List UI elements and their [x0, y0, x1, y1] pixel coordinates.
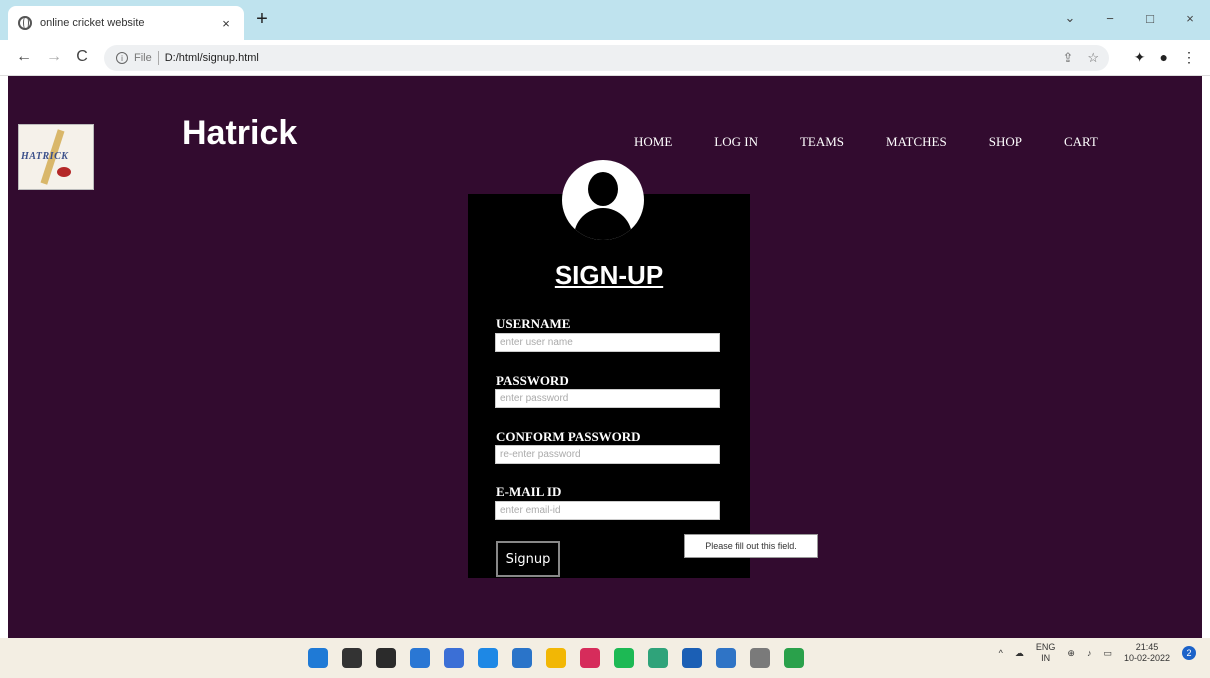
minimize-button[interactable]: −	[1090, 0, 1130, 36]
site-nav: HOME LOG IN TEAMS MATCHES SHOP CART	[634, 134, 1140, 150]
store-icon[interactable]	[512, 648, 532, 668]
lang-code: ENG	[1035, 642, 1056, 652]
task-view-icon[interactable]	[376, 648, 396, 668]
photos-icon[interactable]	[784, 648, 804, 668]
start-icon[interactable]	[308, 648, 328, 668]
notification-badge[interactable]: 2	[1182, 646, 1196, 661]
extension-area: ✦ ● ⋮	[1134, 49, 1196, 66]
signup-button[interactable]: Signup	[496, 541, 560, 577]
menu-kebab-icon[interactable]: ⋮	[1182, 49, 1196, 66]
notepad-icon[interactable]	[716, 648, 736, 668]
site-brand: Hatrick	[182, 114, 298, 152]
username-label: USERNAME	[496, 316, 571, 331]
form-title: SIGN-UP	[554, 260, 664, 290]
close-window-button[interactable]: ×	[1170, 0, 1210, 36]
new-tab-button[interactable]: +	[252, 9, 272, 30]
share-icon[interactable]: ⇪	[1062, 50, 1073, 66]
settings-icon[interactable]	[750, 648, 770, 668]
nav-shop[interactable]: SHOP	[989, 134, 1022, 150]
nav-teams[interactable]: TEAMS	[800, 134, 844, 150]
url-text[interactable]: D:/html/signup.html	[165, 52, 259, 64]
taskbar-apps	[308, 648, 804, 668]
browser-tabstrip: online cricket website × + ⌄ − □ ×	[0, 0, 1210, 40]
chrome-icon[interactable]	[648, 648, 668, 668]
battery-icon[interactable]: ▭	[1103, 648, 1112, 659]
username-input[interactable]	[495, 333, 720, 352]
user-avatar-icon	[562, 160, 644, 240]
onedrive-icon[interactable]: ☁	[1015, 648, 1024, 659]
avatar-head	[588, 172, 618, 206]
nav-matches[interactable]: MATCHES	[886, 134, 947, 150]
avatar-body	[574, 208, 632, 240]
email-input[interactable]	[495, 501, 720, 520]
chat-icon[interactable]	[444, 648, 464, 668]
language-indicator[interactable]: ENG IN	[1036, 642, 1056, 665]
browser-tab[interactable]: online cricket website ×	[8, 6, 244, 40]
password-input[interactable]	[495, 389, 720, 408]
clock[interactable]: 21:45 10-02-2022	[1124, 642, 1170, 665]
address-separator	[157, 51, 159, 65]
validation-tooltip: Please fill out this field.	[684, 534, 818, 558]
scheme-label: File	[134, 52, 152, 64]
clock-date: 10-02-2022	[1123, 653, 1170, 664]
logo-text: HATRICK	[21, 151, 69, 162]
search-icon[interactable]	[342, 648, 362, 668]
spotify-icon[interactable]	[614, 648, 634, 668]
region-code: IN	[1041, 653, 1051, 664]
forward-button[interactable]: →	[44, 48, 64, 66]
webpage: HATRICK Hatrick HOME LOG IN TEAMS MATCHE…	[8, 76, 1202, 638]
back-button[interactable]: ←	[14, 48, 34, 66]
windows-taskbar: ^ ☁ ENG IN ⊕ ♪ ▭ 21:45 10-02-2022 2	[0, 638, 1210, 678]
nav-cart[interactable]: CART	[1064, 134, 1098, 150]
volume-icon[interactable]: ♪	[1087, 648, 1092, 658]
close-tab-icon[interactable]: ×	[218, 16, 234, 31]
ball-shape	[57, 167, 71, 177]
site-logo[interactable]: HATRICK	[18, 124, 94, 190]
nav-home[interactable]: HOME	[634, 134, 672, 150]
tray-chevron-icon[interactable]: ^	[999, 648, 1003, 658]
nav-login[interactable]: LOG IN	[714, 134, 758, 150]
confirm-password-input[interactable]	[495, 445, 720, 464]
bookmark-star-icon[interactable]: ☆	[1087, 50, 1099, 66]
info-icon[interactable]: i	[116, 52, 128, 64]
network-icon[interactable]: ⊕	[1067, 648, 1075, 659]
reload-button[interactable]: C	[72, 48, 92, 66]
file-explorer-icon[interactable]	[546, 648, 566, 668]
address-actions: ⇪ ☆	[1062, 50, 1099, 66]
system-tray: ^ ☁ ENG IN ⊕ ♪ ▭ 21:45 10-02-2022 2	[999, 642, 1196, 665]
tab-title: online cricket website	[40, 17, 145, 29]
email-label: E-MAIL ID	[496, 484, 562, 499]
confirm-password-label: CONFORM PASSWORD	[496, 429, 641, 444]
profile-icon[interactable]: ●	[1160, 49, 1168, 66]
office-icon[interactable]	[580, 648, 600, 668]
mail-icon[interactable]	[682, 648, 702, 668]
address-bar[interactable]: i File D:/html/signup.html ⇪ ☆	[104, 45, 1109, 71]
tab-search-icon[interactable]: ⌄	[1050, 0, 1090, 36]
password-label: PASSWORD	[496, 373, 569, 388]
extensions-puzzle-icon[interactable]: ✦	[1134, 49, 1146, 66]
browser-toolbar: ← → C i File D:/html/signup.html ⇪ ☆ ✦ ●…	[0, 40, 1210, 76]
edge-icon[interactable]	[478, 648, 498, 668]
globe-icon	[18, 16, 32, 30]
widgets-icon[interactable]	[410, 648, 430, 668]
window-controls: ⌄ − □ ×	[1050, 0, 1210, 36]
maximize-button[interactable]: □	[1130, 0, 1170, 36]
clock-time: 21:45	[1135, 642, 1159, 652]
